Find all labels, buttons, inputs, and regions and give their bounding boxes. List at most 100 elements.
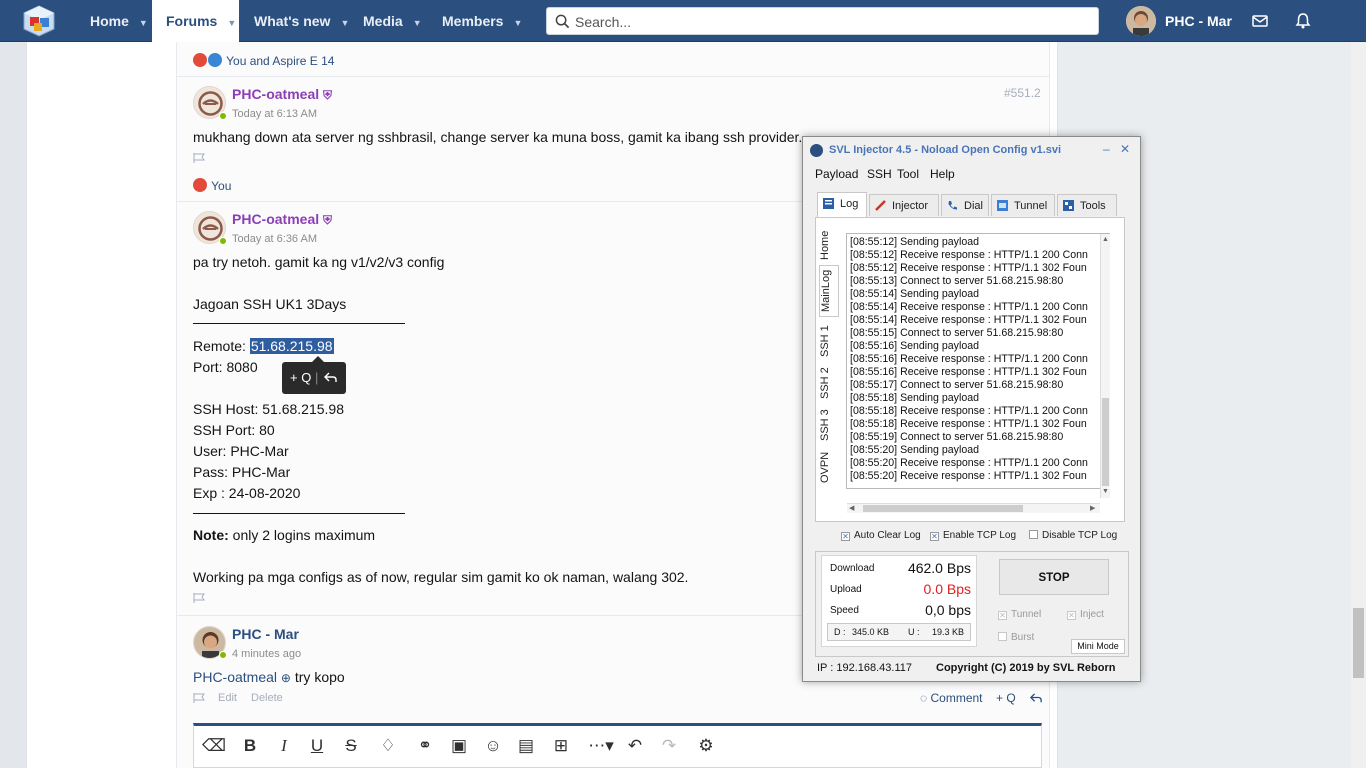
more-options-icon[interactable]: ⋯▾ [587, 736, 615, 756]
mention-link[interactable]: PHC-oatmeal [193, 669, 277, 685]
menu-tool[interactable]: Tool [897, 167, 919, 181]
checkbox-box[interactable] [998, 632, 1007, 641]
disable-tcp-log-checkbox[interactable]: Disable TCP Log [1029, 530, 1117, 541]
username-text[interactable]: PHC-oatmeal [232, 211, 319, 227]
strikethrough-icon[interactable]: S [341, 736, 361, 756]
chevron-down-icon[interactable]: ▼ [513, 18, 522, 28]
comment-button[interactable]: ◌ Comment [920, 691, 983, 705]
post-username[interactable]: PHC-oatmeal ⛨ [232, 86, 332, 103]
redo-icon[interactable]: ↷ [659, 736, 679, 756]
side-tab-home[interactable]: Home [819, 227, 839, 263]
side-tab-mainlog[interactable]: MainLog [819, 265, 839, 317]
post-time[interactable]: Today at 6:13 AM [232, 108, 317, 120]
image-icon[interactable]: ▣ [449, 736, 469, 756]
checkbox-box[interactable]: ✕ [841, 532, 850, 541]
selected-text[interactable]: 51.68.215.98 [249, 338, 334, 354]
report-flag-icon[interactable] [193, 693, 205, 703]
minimize-button[interactable]: – [1103, 142, 1110, 156]
user-avatar[interactable] [1126, 6, 1156, 36]
reaction-text[interactable]: You and Aspire E 14 [226, 54, 334, 68]
bell-icon[interactable] [1294, 12, 1312, 30]
search-box[interactable] [546, 7, 1099, 35]
nav-tab-forums[interactable]: Forums ▼ [152, 0, 239, 42]
reply-icon[interactable] [1029, 691, 1043, 705]
reaction-summary[interactable]: You and Aspire E 14 [193, 53, 334, 68]
reaction-text[interactable]: You [211, 179, 231, 193]
burst-checkbox[interactable]: Burst [998, 632, 1034, 643]
search-input[interactable] [575, 12, 1075, 32]
close-button[interactable]: ✕ [1120, 142, 1130, 156]
side-tab-ssh1[interactable]: SSH 1 [819, 323, 839, 359]
post-time[interactable]: 4 minutes ago [232, 648, 301, 660]
menu-payload[interactable]: Payload [815, 167, 858, 181]
post-number[interactable]: #551.2 [1004, 86, 1041, 100]
reply-icon[interactable] [323, 370, 338, 385]
italic-icon[interactable]: I [274, 736, 294, 756]
report-flag-icon[interactable] [193, 153, 205, 163]
tunnel-checkbox[interactable]: ✕ Tunnel [998, 609, 1041, 620]
window-titlebar[interactable]: SVL Injector 4.5 - Noload Open Config v1… [803, 137, 1140, 163]
chevron-down-icon[interactable]: ▼ [227, 18, 236, 28]
scroll-thumb[interactable] [863, 505, 1023, 512]
envelope-icon[interactable] [1251, 12, 1269, 30]
settings-gear-icon[interactable]: ⚙ [696, 736, 716, 756]
quote-tooltip[interactable]: + Q | [282, 356, 346, 394]
scroll-up-icon[interactable]: ▲ [1102, 236, 1109, 243]
checkbox-box[interactable] [1029, 530, 1038, 539]
side-tab-ssh2[interactable]: SSH 2 [819, 365, 839, 401]
nav-tab-whats-new[interactable]: What's new ▼ [240, 0, 363, 42]
report-flag-icon[interactable] [193, 593, 205, 603]
scroll-down-icon[interactable]: ▼ [1102, 488, 1109, 495]
scroll-left-icon[interactable]: ◀ [849, 504, 854, 512]
quote-plus-button[interactable]: + Q [290, 362, 311, 394]
tab-dial[interactable]: Dial [941, 194, 989, 216]
menu-ssh[interactable]: SSH [867, 167, 892, 181]
log-list[interactable]: [08:55:12] Sending payload [08:55:12] Re… [846, 233, 1110, 489]
post-time[interactable]: Today at 6:36 AM [232, 233, 317, 245]
multi-quote-button[interactable]: + Q [996, 691, 1016, 705]
tab-log[interactable]: Log [817, 192, 867, 217]
site-logo-icon[interactable] [22, 5, 56, 37]
emoji-icon[interactable]: ☺ [483, 736, 503, 756]
page-scrollbar-thumb[interactable] [1353, 608, 1364, 678]
tab-tunnel[interactable]: Tunnel [991, 194, 1055, 216]
enable-tcp-log-checkbox[interactable]: ✕ Enable TCP Log [930, 530, 1016, 541]
inject-checkbox[interactable]: ✕ Inject [1067, 609, 1104, 620]
side-tab-ovpn[interactable]: OVPN [819, 449, 839, 485]
scroll-thumb[interactable] [1102, 398, 1109, 486]
clear-format-icon[interactable]: ⌫ [202, 736, 226, 756]
log-horizontal-scrollbar[interactable]: ◀ ▶ [847, 503, 1100, 513]
chevron-down-icon[interactable]: ▼ [413, 18, 422, 28]
chevron-down-icon[interactable]: ▼ [139, 18, 148, 28]
checkbox-box[interactable]: ✕ [998, 611, 1007, 620]
nav-tab-home[interactable]: Home ▼ [76, 0, 162, 42]
mini-mode-button[interactable]: Mini Mode [1071, 639, 1125, 654]
nav-tab-media[interactable]: Media ▼ [349, 0, 436, 42]
underline-icon[interactable]: U [307, 736, 327, 756]
bold-icon[interactable]: B [240, 736, 260, 756]
post-username[interactable]: PHC - Mar [232, 626, 299, 642]
media-icon[interactable]: ▤ [516, 736, 536, 756]
scroll-right-icon[interactable]: ▶ [1090, 504, 1095, 512]
menu-help[interactable]: Help [930, 167, 955, 181]
tab-injector[interactable]: Injector [869, 194, 939, 216]
side-tab-ssh3[interactable]: SSH 3 [819, 407, 839, 443]
reaction-summary[interactable]: You [193, 178, 231, 193]
edit-link[interactable]: Edit [218, 692, 237, 704]
auto-clear-log-checkbox[interactable]: ✕ Auto Clear Log [841, 530, 921, 541]
username-text[interactable]: PHC-oatmeal [232, 86, 319, 102]
text-color-icon[interactable]: ♢ [378, 736, 398, 756]
delete-link[interactable]: Delete [251, 692, 283, 704]
checkbox-box[interactable]: ✕ [1067, 611, 1076, 620]
tab-tools[interactable]: Tools [1057, 194, 1117, 216]
svl-injector-window[interactable]: SVL Injector 4.5 - Noload Open Config v1… [802, 136, 1141, 682]
table-icon[interactable]: ⊞ [551, 736, 571, 756]
user-name[interactable]: PHC - Mar [1165, 0, 1232, 42]
reply-editor[interactable]: ⌫ B I U S ♢ ⚭ ▣ ☺ ▤ ⊞ ⋯▾ ↶ ↷ ⚙ [193, 723, 1042, 768]
post-username[interactable]: PHC-oatmeal ⛨ [232, 211, 332, 228]
nav-tab-members[interactable]: Members ▼ [428, 0, 536, 42]
checkbox-box[interactable]: ✕ [930, 532, 939, 541]
stop-button[interactable]: STOP [999, 559, 1109, 595]
log-vertical-scrollbar[interactable]: ▲ ▼ [1100, 234, 1110, 498]
undo-icon[interactable]: ↶ [625, 736, 645, 756]
